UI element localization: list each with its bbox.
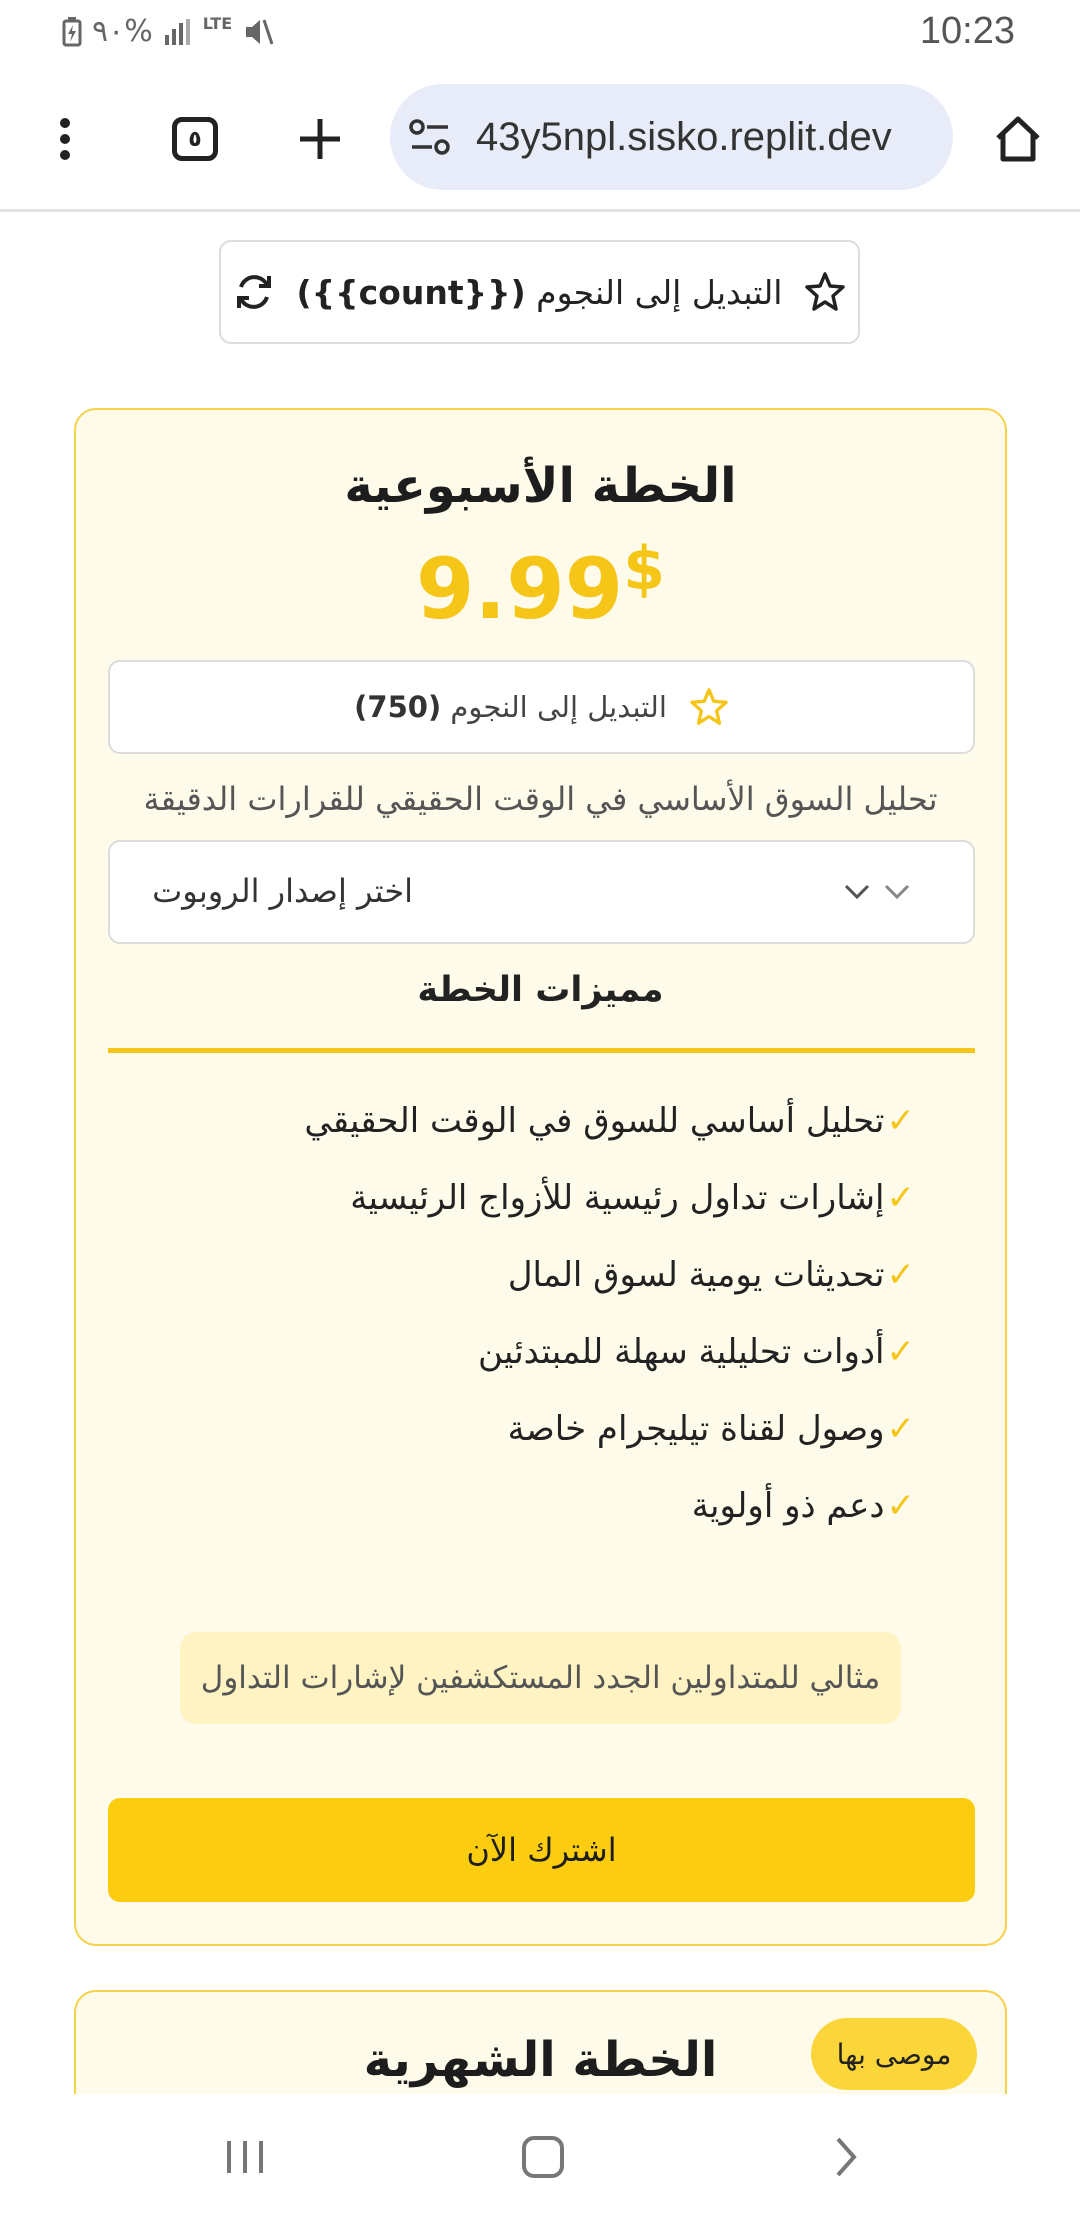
ideal-for-note: مثالي للمتداولين الجدد المستكشفين لإشارا… xyxy=(180,1632,901,1724)
features-list: ✓ تحليل أساسي للسوق في الوقت الحقيقي ✓ إشا… xyxy=(304,1082,915,1544)
plan-stars-label: التبديل إلى النجوم xyxy=(450,690,667,724)
stars-toggle-text: التبديل إلى النجوم ({{count}}) xyxy=(297,273,783,312)
select-placeholder: اختر إصدار الروبوت xyxy=(152,872,413,910)
stars-toggle-button[interactable]: التبديل إلى النجوم ({{count}}) xyxy=(219,240,860,344)
plan-title: الخطة الأسبوعية xyxy=(344,458,737,514)
feature-item: ✓ تحليل أساسي للسوق في الوقت الحقيقي xyxy=(304,1082,915,1159)
star-icon xyxy=(805,272,846,311)
tab-count: ٥ xyxy=(172,117,218,161)
feature-text: دعم ذو أولوية xyxy=(691,1485,885,1526)
feature-item: ✓ تحديثات يومية لسوق المال xyxy=(304,1236,915,1313)
feature-text: تحديثات يومية لسوق المال xyxy=(507,1254,885,1295)
home-nav-icon[interactable] xyxy=(508,2094,578,2220)
check-icon: ✓ xyxy=(886,1408,916,1449)
recommended-badge: موصى بها xyxy=(811,2018,977,2090)
feature-item: ✓ وصول لقناة تيليجرام خاصة xyxy=(304,1390,915,1467)
robot-version-select[interactable]: اختر إصدار الروبوت xyxy=(108,840,975,944)
weekly-plan-card: الخطة الأسبوعية 9.99$ التبديل إلى النجوم… xyxy=(74,408,1007,1946)
home-icon[interactable] xyxy=(990,66,1046,212)
feature-item: ✓ دعم ذو أولوية xyxy=(304,1467,915,1544)
feature-text: أدوات تحليلية سهلة للمبتدئين xyxy=(478,1331,885,1372)
battery-icon xyxy=(62,16,82,46)
site-settings-icon[interactable] xyxy=(408,115,452,163)
back-icon[interactable] xyxy=(810,2094,880,2220)
navigation-bar xyxy=(0,2094,1080,2220)
chevron-down-icon xyxy=(884,884,910,900)
feature-text: إشارات تداول رئيسية للأزواج الرئيسية xyxy=(350,1177,885,1218)
mute-icon xyxy=(246,19,274,44)
signal-icon xyxy=(164,18,190,45)
feature-item: ✓ أدوات تحليلية سهلة للمبتدئين xyxy=(304,1313,915,1390)
plan-stars-text: التبديل إلى النجوم (750) xyxy=(354,690,667,724)
url-bar[interactable]: 43y5npl.sisko.replit.dev xyxy=(390,84,953,190)
plan-price: 9.99$ xyxy=(76,534,1005,638)
feature-item: ✓ إشارات تداول رئيسية للأزواج الرئيسية xyxy=(304,1159,915,1236)
more-vert-icon[interactable] xyxy=(40,66,90,212)
battery-level: ٩٠% xyxy=(92,14,153,49)
check-icon: ✓ xyxy=(886,1177,916,1218)
status-icons: ٩٠% LTE xyxy=(62,14,276,49)
browser-toolbar: ٥ 43y5npl.sisko.replit.dev xyxy=(0,66,1080,212)
check-icon: ✓ xyxy=(886,1331,916,1372)
price-value: 9.99 xyxy=(415,540,624,638)
recents-icon[interactable] xyxy=(210,2094,280,2220)
check-icon: ✓ xyxy=(886,1485,916,1526)
star-icon xyxy=(690,688,728,725)
feature-text: تحليل أساسي للسوق في الوقت الحقيقي xyxy=(304,1100,885,1141)
plan-stars-count: (750) xyxy=(354,690,442,724)
check-icon: ✓ xyxy=(886,1254,916,1295)
chevron-down-icon xyxy=(844,884,870,900)
network-type: LTE xyxy=(202,14,233,33)
new-tab-icon[interactable] xyxy=(290,66,350,212)
features-title: مميزات الخطة xyxy=(417,970,664,1010)
feature-text: وصول لقناة تيليجرام خاصة xyxy=(507,1408,885,1449)
status-bar: ٩٠% LTE 10:23 xyxy=(0,0,1080,66)
plan-description: تحليل السوق الأساسي في الوقت الحقيقي للق… xyxy=(143,780,938,818)
check-icon: ✓ xyxy=(886,1100,916,1141)
subscribe-button[interactable]: اشترك الآن xyxy=(108,1798,975,1902)
url-text: 43y5npl.sisko.replit.dev xyxy=(476,114,892,159)
stars-toggle-label: التبديل إلى النجوم xyxy=(536,272,783,312)
stars-toggle-count: ({{count}}) xyxy=(296,272,526,312)
features-divider xyxy=(108,1048,975,1053)
clock: 10:23 xyxy=(919,10,1015,52)
tabs-icon[interactable]: ٥ xyxy=(165,66,225,212)
plan-stars-toggle-button[interactable]: التبديل إلى النجوم (750) xyxy=(108,660,975,754)
refresh-icon[interactable] xyxy=(233,271,275,313)
price-currency: $ xyxy=(623,534,665,604)
